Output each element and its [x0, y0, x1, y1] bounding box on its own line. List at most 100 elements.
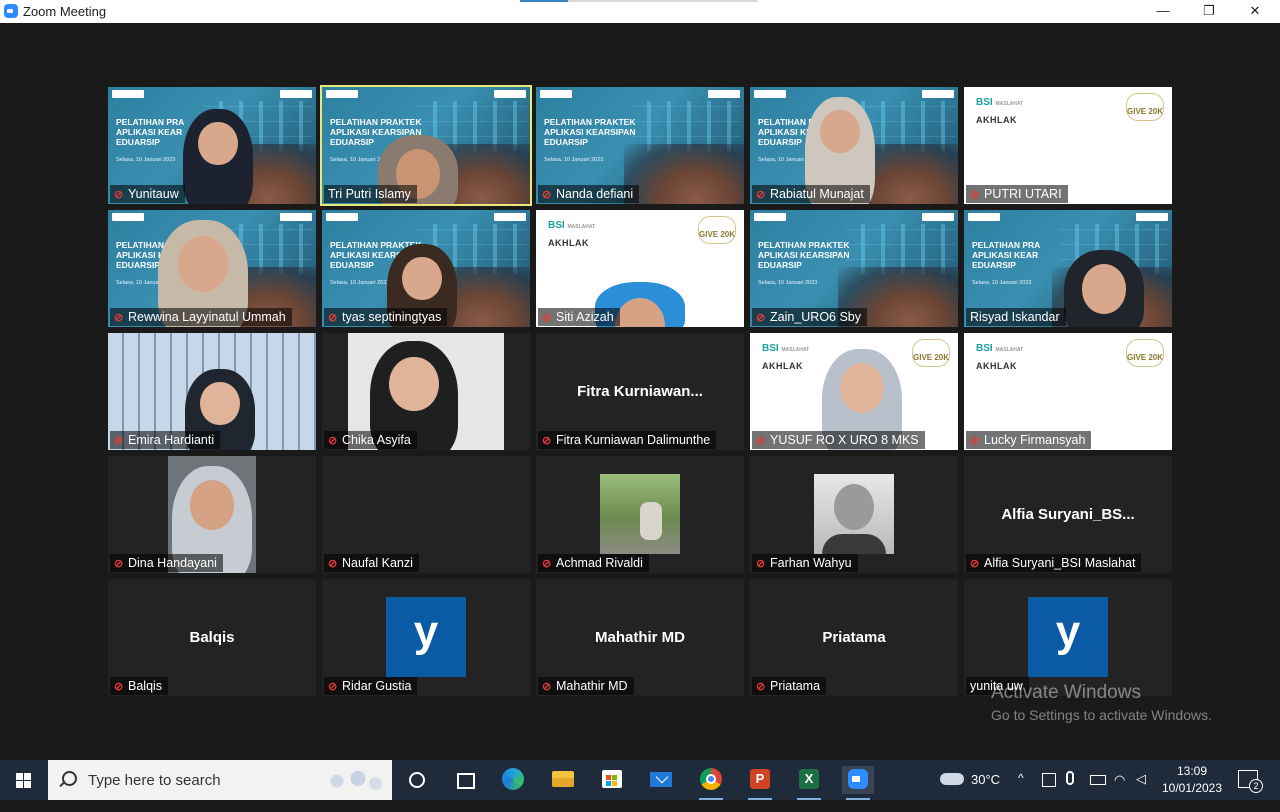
- participant-face: [402, 256, 442, 300]
- participant-nameplate: ⊘ Yunitauw: [110, 185, 185, 203]
- participant-nameplate: ⊘ Dina Handayani: [110, 554, 223, 572]
- participant-face: [834, 484, 874, 530]
- microphone-icon[interactable]: [1066, 771, 1074, 785]
- participant-nameplate: ⊘ YUSUF RO X URO 8 MKS: [752, 431, 925, 449]
- taskbar-clock[interactable]: 13:09 10/01/2023: [1160, 763, 1224, 797]
- muted-mic-icon: ⊘: [756, 435, 766, 447]
- participant-tile[interactable]: BSI MASLAHAT AKHLAK GIVE 20K ⊘ YUSUF RO X…: [750, 333, 958, 450]
- participant-face: [189, 480, 235, 530]
- zoom-icon[interactable]: [842, 766, 874, 800]
- restore-button[interactable]: ❐: [1186, 0, 1232, 23]
- excel-icon[interactable]: X: [793, 766, 825, 800]
- slide-title: PELATIHAN PRAKTEKAPLIKASI KEARSIPANEDUAR…: [758, 240, 850, 270]
- slide-date: Selasa, 10 Januari 2023: [544, 157, 604, 163]
- muted-mic-icon: ⊘: [970, 435, 980, 447]
- store-icon[interactable]: [596, 766, 628, 794]
- top-progress-track: [568, 0, 758, 2]
- participant-tile[interactable]: y yunita uw: [964, 579, 1172, 696]
- participant-face: [820, 109, 860, 153]
- give-badge: GIVE 20K: [912, 339, 950, 367]
- muted-mic-icon: ⊘: [756, 681, 766, 693]
- window-title: Zoom Meeting: [23, 4, 107, 19]
- taskbar-search[interactable]: Type here to search: [48, 760, 392, 800]
- chrome-icon[interactable]: [695, 766, 727, 800]
- participant-nameplate: ⊘ Priatama: [752, 677, 827, 695]
- participant-tile[interactable]: PELATIHAN PRAKTEKAPLIKASI KEARSIPANEDUAR…: [108, 210, 316, 327]
- participant-name: Rabiatul Munajat: [770, 187, 864, 201]
- participant-tile[interactable]: BSI MASLAHAT AKHLAK GIVE 20K ⊘ Siti Aziza…: [536, 210, 744, 327]
- eduarsip-logo: [112, 90, 144, 98]
- edge-icon[interactable]: [497, 766, 529, 794]
- volume-icon[interactable]: ◁: [1136, 771, 1146, 811]
- muted-mic-icon: ⊘: [970, 558, 980, 570]
- give-badge: GIVE 20K: [1126, 93, 1164, 121]
- participant-tile[interactable]: PELATIHAN PRA APLIKASI KEAR EDUARSIP Selas…: [108, 87, 316, 204]
- participant-nameplate: ⊘ Mahathir MD: [538, 677, 634, 695]
- bsi-brand: BSI MASLAHAT: [548, 220, 596, 231]
- eduarsip-logo: [754, 213, 786, 221]
- participant-tile[interactable]: ⊘ Naufal Kanzi: [322, 456, 530, 573]
- muted-mic-icon: ⊘: [542, 312, 552, 324]
- battery-icon[interactable]: [1090, 775, 1106, 785]
- participant-tile[interactable]: PELATIHAN PRAKTEKAPLIKASI KEARSIPANEDUAR…: [320, 85, 532, 206]
- slide-title: PELATIHAN PRA APLIKASI KEAR EDUARSIP: [116, 117, 185, 147]
- participant-tile[interactable]: PELATIHAN PRAKTEKAPLIKASI KEARSIPANEDUAR…: [322, 210, 530, 327]
- participant-tile[interactable]: PELATIHAN PRAKTEKAPLIKASI KEARSIPANEDUAR…: [536, 87, 744, 204]
- participant-name: Farhan Wahyu: [770, 556, 852, 570]
- file-explorer-icon[interactable]: [547, 766, 579, 794]
- participant-tile[interactable]: Balqis ⊘ Balqis: [108, 579, 316, 696]
- wifi-icon[interactable]: ◠: [1114, 772, 1125, 812]
- participant-nameplate: ⊘ Emira Hardianti: [110, 431, 221, 449]
- participant-tile[interactable]: Mahathir MD ⊘ Mahathir MD: [536, 579, 744, 696]
- mail-icon[interactable]: [645, 766, 677, 794]
- participant-tile[interactable]: Fitra Kurniawan... ⊘ Fitra Kurniawan Dalim…: [536, 333, 744, 450]
- akhlak-label: AKHLAK: [976, 115, 1017, 125]
- minimize-button[interactable]: —: [1140, 0, 1186, 23]
- muted-mic-icon: ⊘: [114, 681, 124, 693]
- participant-tile[interactable]: BSI MASLAHAT AKHLAK GIVE 20K ⊘ PUTRI UTAR…: [964, 87, 1172, 204]
- close-button[interactable]: ✕: [1232, 0, 1278, 23]
- participant-tile[interactable]: ⊘ Farhan Wahyu: [750, 456, 958, 573]
- participant-nameplate: ⊘ Alfia Suryani_BSI Maslahat: [966, 554, 1142, 572]
- eduarsip-logo: [326, 90, 358, 98]
- participant-name: Dina Handayani: [128, 556, 217, 570]
- participant-tile[interactable]: y ⊘ Ridar Gustia: [322, 579, 530, 696]
- participant-tile[interactable]: ⊘ Achmad Rivaldi: [536, 456, 744, 573]
- clock-time: 13:09: [1176, 764, 1208, 778]
- partner-logo: [922, 213, 954, 221]
- participant-tile[interactable]: ⊘ Dina Handayani: [108, 456, 316, 573]
- cortana-icon[interactable]: [401, 766, 433, 794]
- bsi-brand: BSI MASLAHAT: [762, 343, 810, 354]
- participant-name: Chika Asyifa: [342, 433, 411, 447]
- participant-tile[interactable]: Alfia Suryani_BS... ⊘ Alfia Suryani_BSI Ma…: [964, 456, 1172, 573]
- clock-date: 10/01/2023: [1161, 781, 1223, 795]
- eduarsip-logo: [754, 90, 786, 98]
- muted-mic-icon: ⊘: [542, 435, 552, 447]
- eduarsip-logo: [968, 213, 1000, 221]
- powerpoint-icon[interactable]: P: [744, 766, 776, 800]
- taskbar: Type here to search P X 30°C ^ ◠ ◁ 13:09…: [0, 760, 1280, 800]
- participant-name: Tri Putri Islamy: [328, 187, 411, 201]
- avatar-y-icon: y: [1028, 597, 1108, 677]
- participant-tile[interactable]: Priatama ⊘ Priatama: [750, 579, 958, 696]
- partner-logo: [1136, 213, 1168, 221]
- participant-tile[interactable]: PELATIHAN PRA APLIKASI KEAR EDUARSIP Selas…: [964, 210, 1172, 327]
- task-view-icon[interactable]: [449, 766, 481, 794]
- notifications-icon[interactable]: 2: [1238, 770, 1263, 793]
- start-button[interactable]: [0, 760, 48, 800]
- participant-face: [200, 381, 240, 425]
- participant-tile[interactable]: ⊘ Emira Hardianti: [108, 333, 316, 450]
- participant-person: [640, 502, 662, 540]
- participant-tile[interactable]: PELATIHAN PRAKTEKAPLIKASI KEARSIPANEDUAR…: [750, 87, 958, 204]
- participant-tile[interactable]: ⊘ Chika Asyifa: [322, 333, 530, 450]
- participant-tile[interactable]: PELATIHAN PRAKTEKAPLIKASI KEARSIPANEDUAR…: [750, 210, 958, 327]
- participant-face: [177, 236, 229, 292]
- participant-nameplate: Tri Putri Islamy: [324, 185, 417, 203]
- chevron-up-icon[interactable]: ^: [1018, 771, 1024, 811]
- muted-mic-icon: ⊘: [328, 435, 338, 447]
- eduarsip-logo: [540, 90, 572, 98]
- meet-now-icon[interactable]: [1042, 773, 1056, 787]
- participant-tile[interactable]: BSI MASLAHAT AKHLAK GIVE 20K ⊘ Lucky Firm…: [964, 333, 1172, 450]
- participant-name: Ridar Gustia: [342, 679, 412, 693]
- participant-face: [389, 356, 439, 412]
